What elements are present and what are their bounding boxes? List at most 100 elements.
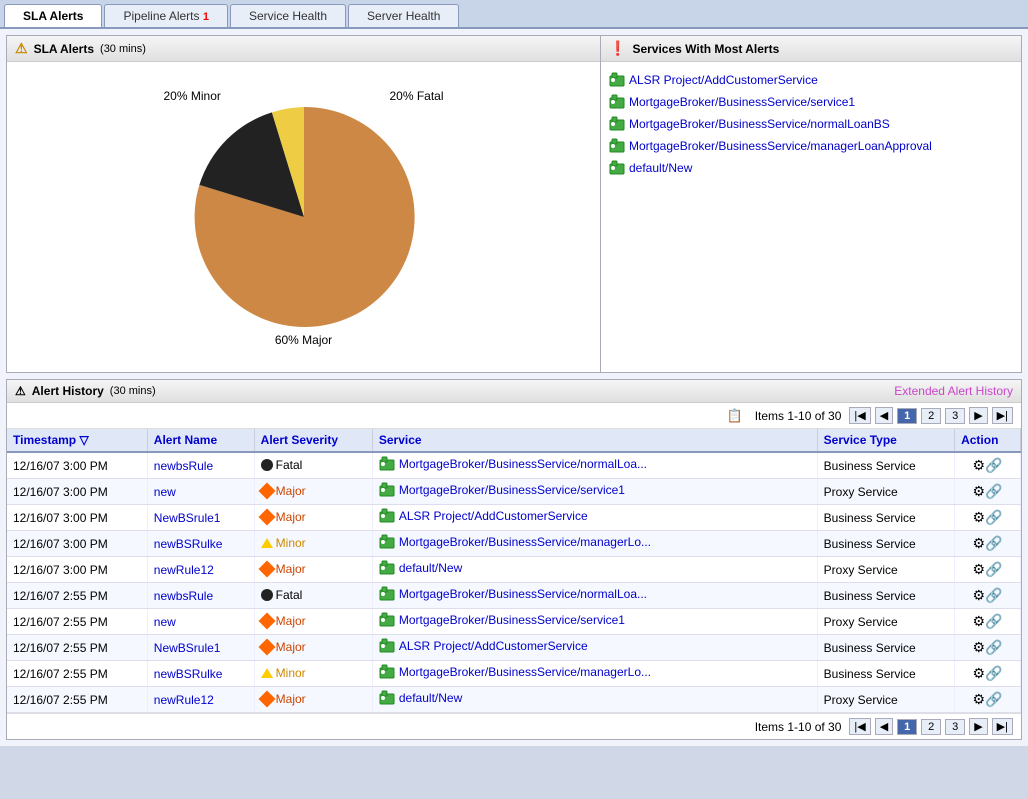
- svc-row-icon[interactable]: ALSR Project/AddCustomerService: [379, 508, 588, 524]
- cell-service-type: Business Service: [817, 531, 954, 557]
- row-svc-icon: [379, 456, 395, 472]
- cell-action[interactable]: ⚙🔗: [955, 557, 1021, 583]
- cell-severity: Major: [254, 479, 372, 505]
- tab-server-health[interactable]: Server Health: [348, 4, 459, 27]
- service-link-2[interactable]: MortgageBroker/BusinessService/normalLoa…: [609, 116, 1013, 132]
- cell-alert-name[interactable]: new: [147, 479, 254, 505]
- cell-action[interactable]: ⚙🔗: [955, 609, 1021, 635]
- table-row: 12/16/07 2:55 PM newBSRulke Minor Mortga…: [7, 661, 1021, 687]
- service-link-0[interactable]: ALSR Project/AddCustomerService: [609, 72, 1013, 88]
- action-button[interactable]: ⚙🔗: [973, 457, 1003, 474]
- cell-service[interactable]: ALSR Project/AddCustomerService: [372, 635, 817, 661]
- pag-last-btn-top[interactable]: ▶|: [992, 407, 1013, 424]
- svc-row-icon[interactable]: ALSR Project/AddCustomerService: [379, 638, 588, 654]
- action-button[interactable]: ⚙🔗: [973, 587, 1003, 604]
- pag-first-btn-top[interactable]: |◀: [849, 407, 870, 424]
- action-button[interactable]: ⚙🔗: [973, 691, 1003, 708]
- cell-service[interactable]: MortgageBroker/BusinessService/normalLoa…: [372, 583, 817, 609]
- cell-service[interactable]: MortgageBroker/BusinessService/normalLoa…: [372, 452, 817, 479]
- action-button[interactable]: ⚙🔗: [973, 665, 1003, 682]
- svc-row-icon[interactable]: default/New: [379, 560, 462, 576]
- service-link-3[interactable]: MortgageBroker/BusinessService/managerLo…: [609, 138, 1013, 154]
- cell-service[interactable]: MortgageBroker/BusinessService/service1: [372, 609, 817, 635]
- tab-pipeline-alerts[interactable]: Pipeline Alerts 1: [104, 4, 228, 27]
- service-link-4[interactable]: default/New: [609, 160, 1013, 176]
- pag-page-3-btn-top[interactable]: 3: [945, 408, 965, 424]
- bottom-pagination: Items 1-10 of 30 |◀ ◀ 1 2 3 ▶ ▶|: [7, 713, 1021, 739]
- cell-action[interactable]: ⚙🔗: [955, 687, 1021, 713]
- cell-service[interactable]: MortgageBroker/BusinessService/service1: [372, 479, 817, 505]
- pag-page-1-btn-bottom[interactable]: 1: [897, 719, 917, 735]
- action-button[interactable]: ⚙🔗: [973, 483, 1003, 500]
- svc-row-name: MortgageBroker/BusinessService/managerLo…: [399, 665, 651, 679]
- severity-fatal: Fatal: [261, 588, 303, 602]
- pag-page-2-btn-bottom[interactable]: 2: [921, 719, 941, 735]
- pag-prev-btn-top[interactable]: ◀: [875, 407, 893, 424]
- alert-history-label: Alert History: [32, 384, 104, 398]
- action-button[interactable]: ⚙🔗: [973, 639, 1003, 656]
- severity-major: Major: [261, 640, 306, 654]
- pie-chart: [174, 87, 434, 347]
- cell-alert-name[interactable]: newBSRulke: [147, 531, 254, 557]
- action-button[interactable]: ⚙🔗: [973, 561, 1003, 578]
- svc-row-icon[interactable]: MortgageBroker/BusinessService/managerLo…: [379, 664, 651, 680]
- cell-service[interactable]: MortgageBroker/BusinessService/managerLo…: [372, 531, 817, 557]
- action-button[interactable]: ⚙🔗: [973, 613, 1003, 630]
- col-service[interactable]: Service: [372, 429, 817, 452]
- pag-prev-btn-bottom[interactable]: ◀: [875, 718, 893, 735]
- table-controls-top: 📋 Items 1-10 of 30 |◀ ◀ 1 2 3 ▶ ▶|: [7, 403, 1021, 429]
- cell-alert-name[interactable]: new: [147, 609, 254, 635]
- pag-last-btn-bottom[interactable]: ▶|: [992, 718, 1013, 735]
- cell-service[interactable]: ALSR Project/AddCustomerService: [372, 505, 817, 531]
- cell-action[interactable]: ⚙🔗: [955, 661, 1021, 687]
- table-row: 12/16/07 2:55 PM newRule12 Major default…: [7, 687, 1021, 713]
- cell-action[interactable]: ⚙🔗: [955, 583, 1021, 609]
- svc-row-icon[interactable]: MortgageBroker/BusinessService/managerLo…: [379, 534, 651, 550]
- cell-alert-name[interactable]: newBSRulke: [147, 661, 254, 687]
- cell-alert-name[interactable]: newbsRule: [147, 452, 254, 479]
- svc-row-icon[interactable]: MortgageBroker/BusinessService/service1: [379, 612, 625, 628]
- cell-service[interactable]: MortgageBroker/BusinessService/managerLo…: [372, 661, 817, 687]
- col-alert-severity[interactable]: Alert Severity: [254, 429, 372, 452]
- pag-page-2-btn-top[interactable]: 2: [921, 408, 941, 424]
- cell-alert-name[interactable]: newRule12: [147, 557, 254, 583]
- service-icon-1: [609, 94, 625, 110]
- action-button[interactable]: ⚙🔗: [973, 535, 1003, 552]
- service-icon-2: [609, 116, 625, 132]
- table-row: 12/16/07 2:55 PM NewBSrule1 Major ALSR P…: [7, 635, 1021, 661]
- tab-sla-alerts[interactable]: SLA Alerts: [4, 4, 102, 27]
- tab-service-health[interactable]: Service Health: [230, 4, 346, 27]
- svc-row-icon[interactable]: MortgageBroker/BusinessService/normalLoa…: [379, 456, 647, 472]
- cell-service[interactable]: default/New: [372, 557, 817, 583]
- pag-first-btn-bottom[interactable]: |◀: [849, 718, 870, 735]
- extended-alert-history-link[interactable]: Extended Alert History: [894, 384, 1013, 398]
- pag-next-btn-top[interactable]: ▶: [969, 407, 987, 424]
- action-button[interactable]: ⚙🔗: [973, 509, 1003, 526]
- cell-alert-name[interactable]: newbsRule: [147, 583, 254, 609]
- cell-action[interactable]: ⚙🔗: [955, 505, 1021, 531]
- cell-action[interactable]: ⚙🔗: [955, 479, 1021, 505]
- cell-service[interactable]: default/New: [372, 687, 817, 713]
- sla-alerts-time: (30 mins): [100, 43, 146, 55]
- cell-alert-name[interactable]: NewBSrule1: [147, 635, 254, 661]
- pag-page-1-btn-top[interactable]: 1: [897, 408, 917, 424]
- col-timestamp[interactable]: Timestamp ▽: [7, 429, 147, 452]
- cell-action[interactable]: ⚙🔗: [955, 452, 1021, 479]
- col-alert-name[interactable]: Alert Name: [147, 429, 254, 452]
- svc-row-icon[interactable]: MortgageBroker/BusinessService/service1: [379, 482, 625, 498]
- tabs-bar: SLA Alerts Pipeline Alerts 1 Service Hea…: [0, 0, 1028, 29]
- pag-next-btn-bottom[interactable]: ▶: [969, 718, 987, 735]
- pie-chart-container: 20% Minor 20% Fatal 60% Major: [154, 77, 454, 357]
- svc-row-icon[interactable]: MortgageBroker/BusinessService/normalLoa…: [379, 586, 647, 602]
- col-service-type[interactable]: Service Type: [817, 429, 954, 452]
- cell-alert-name[interactable]: NewBSrule1: [147, 505, 254, 531]
- minor-icon: [261, 538, 273, 548]
- cell-action[interactable]: ⚙🔗: [955, 635, 1021, 661]
- svc-row-icon[interactable]: default/New: [379, 690, 462, 706]
- pag-page-3-btn-bottom[interactable]: 3: [945, 719, 965, 735]
- cell-action[interactable]: ⚙🔗: [955, 531, 1021, 557]
- cell-alert-name[interactable]: newRule12: [147, 687, 254, 713]
- cell-timestamp: 12/16/07 2:55 PM: [7, 583, 147, 609]
- svc-row-name: MortgageBroker/BusinessService/normalLoa…: [399, 587, 647, 601]
- service-link-1[interactable]: MortgageBroker/BusinessService/service1: [609, 94, 1013, 110]
